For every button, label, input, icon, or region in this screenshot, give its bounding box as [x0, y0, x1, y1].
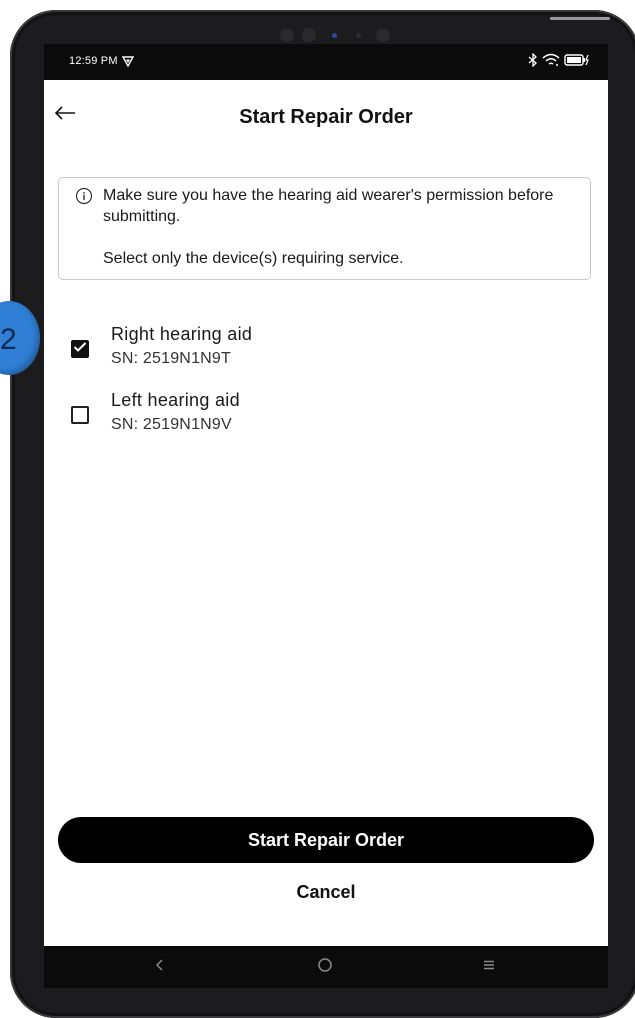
- nav-back-button[interactable]: [148, 955, 172, 979]
- status-bar: 12:59 PM: [44, 44, 608, 80]
- navigation-bar: [44, 946, 608, 988]
- step-badge-number: 2: [0, 323, 17, 356]
- info-text: Make sure you have the hearing aid weare…: [103, 185, 573, 269]
- device-name: Left hearing aid: [111, 390, 240, 410]
- status-time: 12:59 PM: [69, 55, 118, 67]
- device-row-left[interactable]: Left hearing aid SN: 2519N1N9V: [44, 389, 608, 445]
- status-icons: [528, 52, 590, 72]
- nav-home-button[interactable]: [313, 955, 337, 979]
- bluetooth-icon: [528, 52, 538, 72]
- page-title: Start Repair Order: [239, 106, 413, 128]
- app-screen: 12:59 PM Start Repair Order Make sure yo…: [44, 44, 608, 988]
- nav-menu-button[interactable]: [477, 955, 501, 979]
- nav-menu-icon: [483, 958, 495, 976]
- camera-lens: [332, 33, 337, 38]
- device-name: Right hearing aid: [111, 324, 253, 344]
- sensor-dot: [376, 28, 390, 42]
- wifi-icon: [542, 53, 560, 72]
- device-serial: SN: 2519N1N9V: [111, 416, 232, 433]
- cancel-button[interactable]: Cancel: [226, 878, 426, 906]
- device-serial: SN: 2519N1N9T: [111, 350, 231, 367]
- camera-bar: [280, 24, 400, 46]
- sensor-dot: [280, 28, 294, 42]
- start-repair-order-button[interactable]: Start Repair Order: [58, 817, 594, 863]
- info-circle-icon: [75, 187, 93, 210]
- sensor-dot: [356, 33, 361, 38]
- device-row-right[interactable]: Right hearing aid SN: 2519N1N9T: [44, 322, 608, 378]
- battery-icon: [564, 53, 590, 72]
- selection-notice: Select only the device(s) requiring serv…: [103, 250, 404, 267]
- device-edge: [550, 17, 610, 20]
- nav-home-icon: [317, 957, 333, 978]
- sensor-dot: [302, 28, 316, 42]
- app-header: Start Repair Order: [44, 80, 608, 154]
- info-notice: Make sure you have the hearing aid weare…: [58, 177, 591, 280]
- check-icon: [73, 340, 87, 358]
- vpn-shield-icon: [121, 54, 135, 72]
- permission-notice: Make sure you have the hearing aid weare…: [103, 187, 554, 225]
- nav-back-icon: [155, 958, 165, 977]
- checkbox-left-hearing-aid[interactable]: [71, 406, 89, 424]
- checkbox-right-hearing-aid[interactable]: [71, 340, 89, 358]
